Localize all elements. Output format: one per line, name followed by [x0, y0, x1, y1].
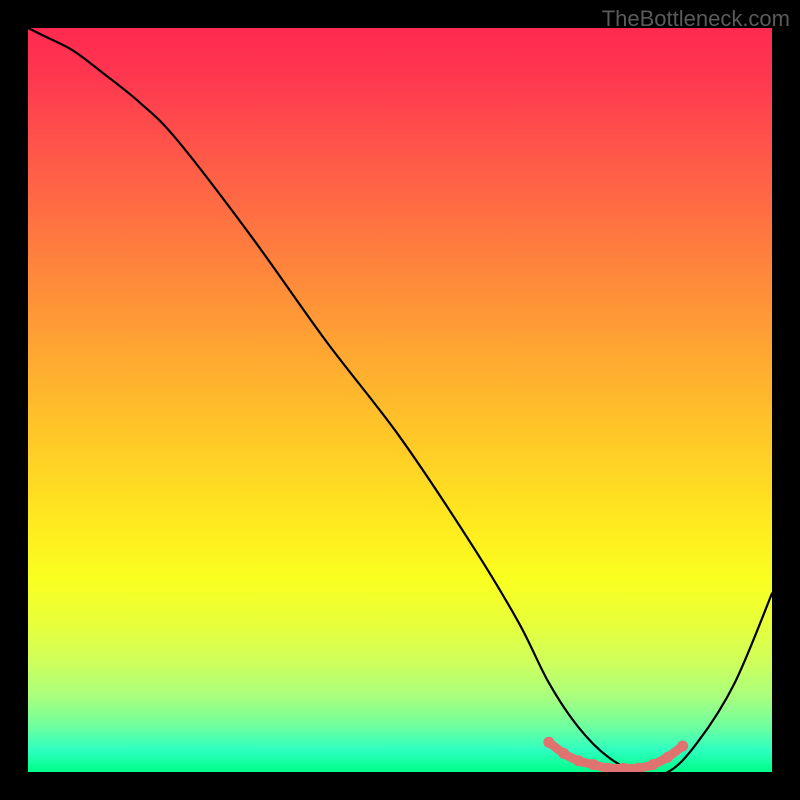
watermark-label: TheBottleneck.com	[602, 6, 790, 32]
chart-plot-area	[28, 28, 772, 772]
chart-background-gradient	[28, 28, 772, 772]
